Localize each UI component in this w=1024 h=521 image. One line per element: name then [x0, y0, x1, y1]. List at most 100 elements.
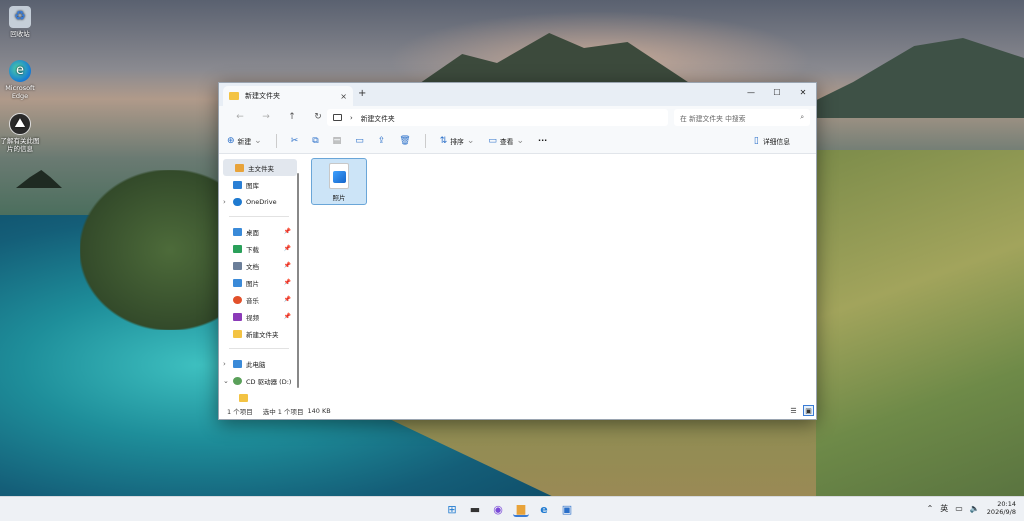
desktop-icon-edge[interactable]: e Microsoft Edge	[0, 60, 40, 100]
task-view-icon[interactable]: ▬	[467, 501, 483, 517]
item-count: 1 个项目	[227, 408, 253, 416]
copilot-icon[interactable]: ◉	[490, 501, 506, 517]
nav-item-cd-drive[interactable]: ⌄ CD 驱动器 (D:)	[219, 372, 301, 389]
nav-item-documents[interactable]: 文档 📌	[219, 257, 301, 274]
more-options-button[interactable]: ···	[538, 136, 547, 145]
details-pane-icon: ▯	[753, 136, 759, 146]
sort-button-label: 排序	[450, 137, 464, 146]
clock[interactable]: 20:14 2026/9/8	[987, 500, 1016, 516]
nav-item-this-pc[interactable]: › 此电脑	[219, 355, 301, 372]
pin-icon: 📌	[283, 245, 291, 252]
nav-item-label: 图库	[246, 181, 259, 190]
new-button[interactable]: ⊕ 新建 ⌄	[227, 136, 262, 146]
status-bar: 1 个项目 选中 1 个项目 140 KB ☰ ▣	[219, 403, 816, 419]
edge-icon: e	[9, 60, 31, 82]
cut-button[interactable]: ✂	[291, 136, 299, 146]
new-tab-button[interactable]: +	[358, 88, 366, 99]
nav-item-videos[interactable]: 视频 📌	[219, 308, 301, 325]
sort-icon: ⇅	[439, 135, 448, 146]
scissors-icon: ✂	[290, 135, 299, 146]
copy-button[interactable]: ⧉	[312, 136, 318, 146]
chevron-up-icon[interactable]: ⌃	[927, 504, 934, 513]
breadcrumb-separator: ›	[350, 113, 353, 122]
pin-icon: 📌	[283, 313, 291, 320]
store-icon[interactable]: ▣	[559, 501, 575, 517]
system-tray: ⌃ 英 ▭ 🔈 20:14 2026/9/8	[927, 500, 1016, 516]
picture-icon	[233, 278, 242, 287]
chevron-right-icon[interactable]: ›	[223, 198, 233, 206]
cloud-icon	[233, 197, 242, 206]
desktop-icon-recycle-bin[interactable]: ♻ 回收站	[0, 6, 40, 38]
nav-item-label: OneDrive	[246, 197, 277, 206]
window-controls: — ☐ ✕	[738, 83, 816, 101]
image-file-icon	[329, 163, 349, 189]
view-button[interactable]: ▭ 查看 ⌄	[488, 136, 524, 146]
file-item-selected[interactable]: 照片	[311, 158, 367, 205]
file-list: 照片	[301, 155, 816, 405]
chevron-right-icon[interactable]: ›	[223, 360, 233, 368]
view-button-label: 查看	[499, 137, 514, 146]
maximize-button[interactable]: ☐	[764, 83, 790, 101]
wallpaper-rock-island	[16, 170, 62, 188]
start-icon[interactable]: ⊞	[444, 501, 460, 517]
details-view-icon[interactable]: ☰	[788, 405, 799, 416]
network-icon[interactable]: ▭	[955, 504, 963, 513]
rename-button[interactable]: ▭	[355, 136, 364, 146]
nav-item-label: 视频	[246, 313, 259, 322]
chevron-down-icon: ⌄	[466, 135, 475, 146]
nav-item-label: CD 驱动器 (D:)	[246, 377, 292, 386]
desktop-icon-label: Microsoft Edge	[5, 84, 35, 100]
trash-icon: 🗑	[399, 135, 411, 146]
search-input[interactable]: 在 新建文件夹 中搜索 ⌕	[674, 109, 810, 126]
computer-icon	[233, 359, 242, 368]
chevron-down-icon: ⌄	[254, 135, 262, 146]
nav-item-onedrive[interactable]: › OneDrive	[219, 193, 301, 210]
nav-item-gallery[interactable]: 图库	[219, 176, 301, 193]
volume-icon[interactable]: 🔈	[970, 504, 980, 513]
delete-button[interactable]: 🗑	[399, 136, 410, 146]
address-bar[interactable]: › 新建文件夹	[327, 109, 668, 126]
explorer-body: 主文件夹 图库 › OneDrive 桌面 📌 下载 📌 文档 📌 图片 📌 音…	[219, 155, 816, 405]
search-icon: ⌕	[800, 113, 804, 121]
nav-item-label: 桌面	[246, 228, 259, 237]
nav-item-downloads[interactable]: 下载 📌	[219, 240, 301, 257]
more-icon: ···	[538, 136, 548, 145]
wallpaper-coast	[80, 170, 230, 330]
title-bar: 新建文件夹 × + — ☐ ✕	[219, 83, 816, 106]
nav-item-new-folder[interactable]: 新建文件夹	[219, 325, 301, 342]
tab-label: 新建文件夹	[245, 92, 280, 100]
navigation-bar: ← → ↑ ↻ › 新建文件夹 在 新建文件夹 中搜索 ⌕	[219, 106, 816, 128]
nav-item-desktop[interactable]: 桌面 📌	[219, 223, 301, 240]
nav-item-pictures[interactable]: 图片 📌	[219, 274, 301, 291]
folder-icon	[239, 393, 248, 402]
taskbar-apps: ⊞ ▬ ◉ ▆ e ▣	[444, 501, 575, 517]
up-button[interactable]: ↑	[279, 112, 305, 122]
desktop-icon-spotlight[interactable]: ⛰ 了解有关此图片的信息	[0, 113, 40, 153]
back-button[interactable]: ←	[227, 112, 253, 122]
forward-button[interactable]: →	[253, 112, 279, 122]
share-button[interactable]: ⇪	[378, 136, 386, 146]
divider	[229, 216, 289, 217]
minimize-button[interactable]: —	[738, 83, 764, 101]
input-method-indicator[interactable]: 英	[940, 503, 948, 514]
document-icon	[233, 261, 242, 270]
tab-new-folder[interactable]: 新建文件夹 ×	[223, 86, 353, 106]
pin-icon: 📌	[283, 296, 291, 303]
nav-item-music[interactable]: 音乐 📌	[219, 291, 301, 308]
details-pane-button[interactable]: ▯ 详细信息	[754, 136, 790, 146]
file-explorer-window: 新建文件夹 × + — ☐ ✕ ← → ↑ ↻ › 新建文件夹 在 新建文件夹 …	[218, 82, 817, 420]
large-icons-view-icon[interactable]: ▣	[803, 405, 814, 416]
close-button[interactable]: ✕	[790, 83, 816, 101]
sort-button[interactable]: ⇅ 排序 ⌄	[440, 136, 475, 146]
chevron-down-icon[interactable]: ⌄	[223, 377, 233, 385]
breadcrumb-current[interactable]: 新建文件夹	[361, 113, 395, 123]
rename-icon: ▭	[355, 135, 364, 146]
file-explorer-taskbar-icon[interactable]: ▆	[513, 501, 529, 517]
nav-item-home[interactable]: 主文件夹	[223, 159, 297, 176]
tab-close-button[interactable]: ×	[340, 92, 347, 101]
paste-button[interactable]: ▤	[333, 136, 342, 146]
pin-icon: 📌	[283, 279, 291, 286]
folder-icon	[229, 92, 239, 100]
nav-scrollbar[interactable]	[297, 173, 299, 388]
edge-taskbar-icon[interactable]: e	[536, 501, 552, 517]
